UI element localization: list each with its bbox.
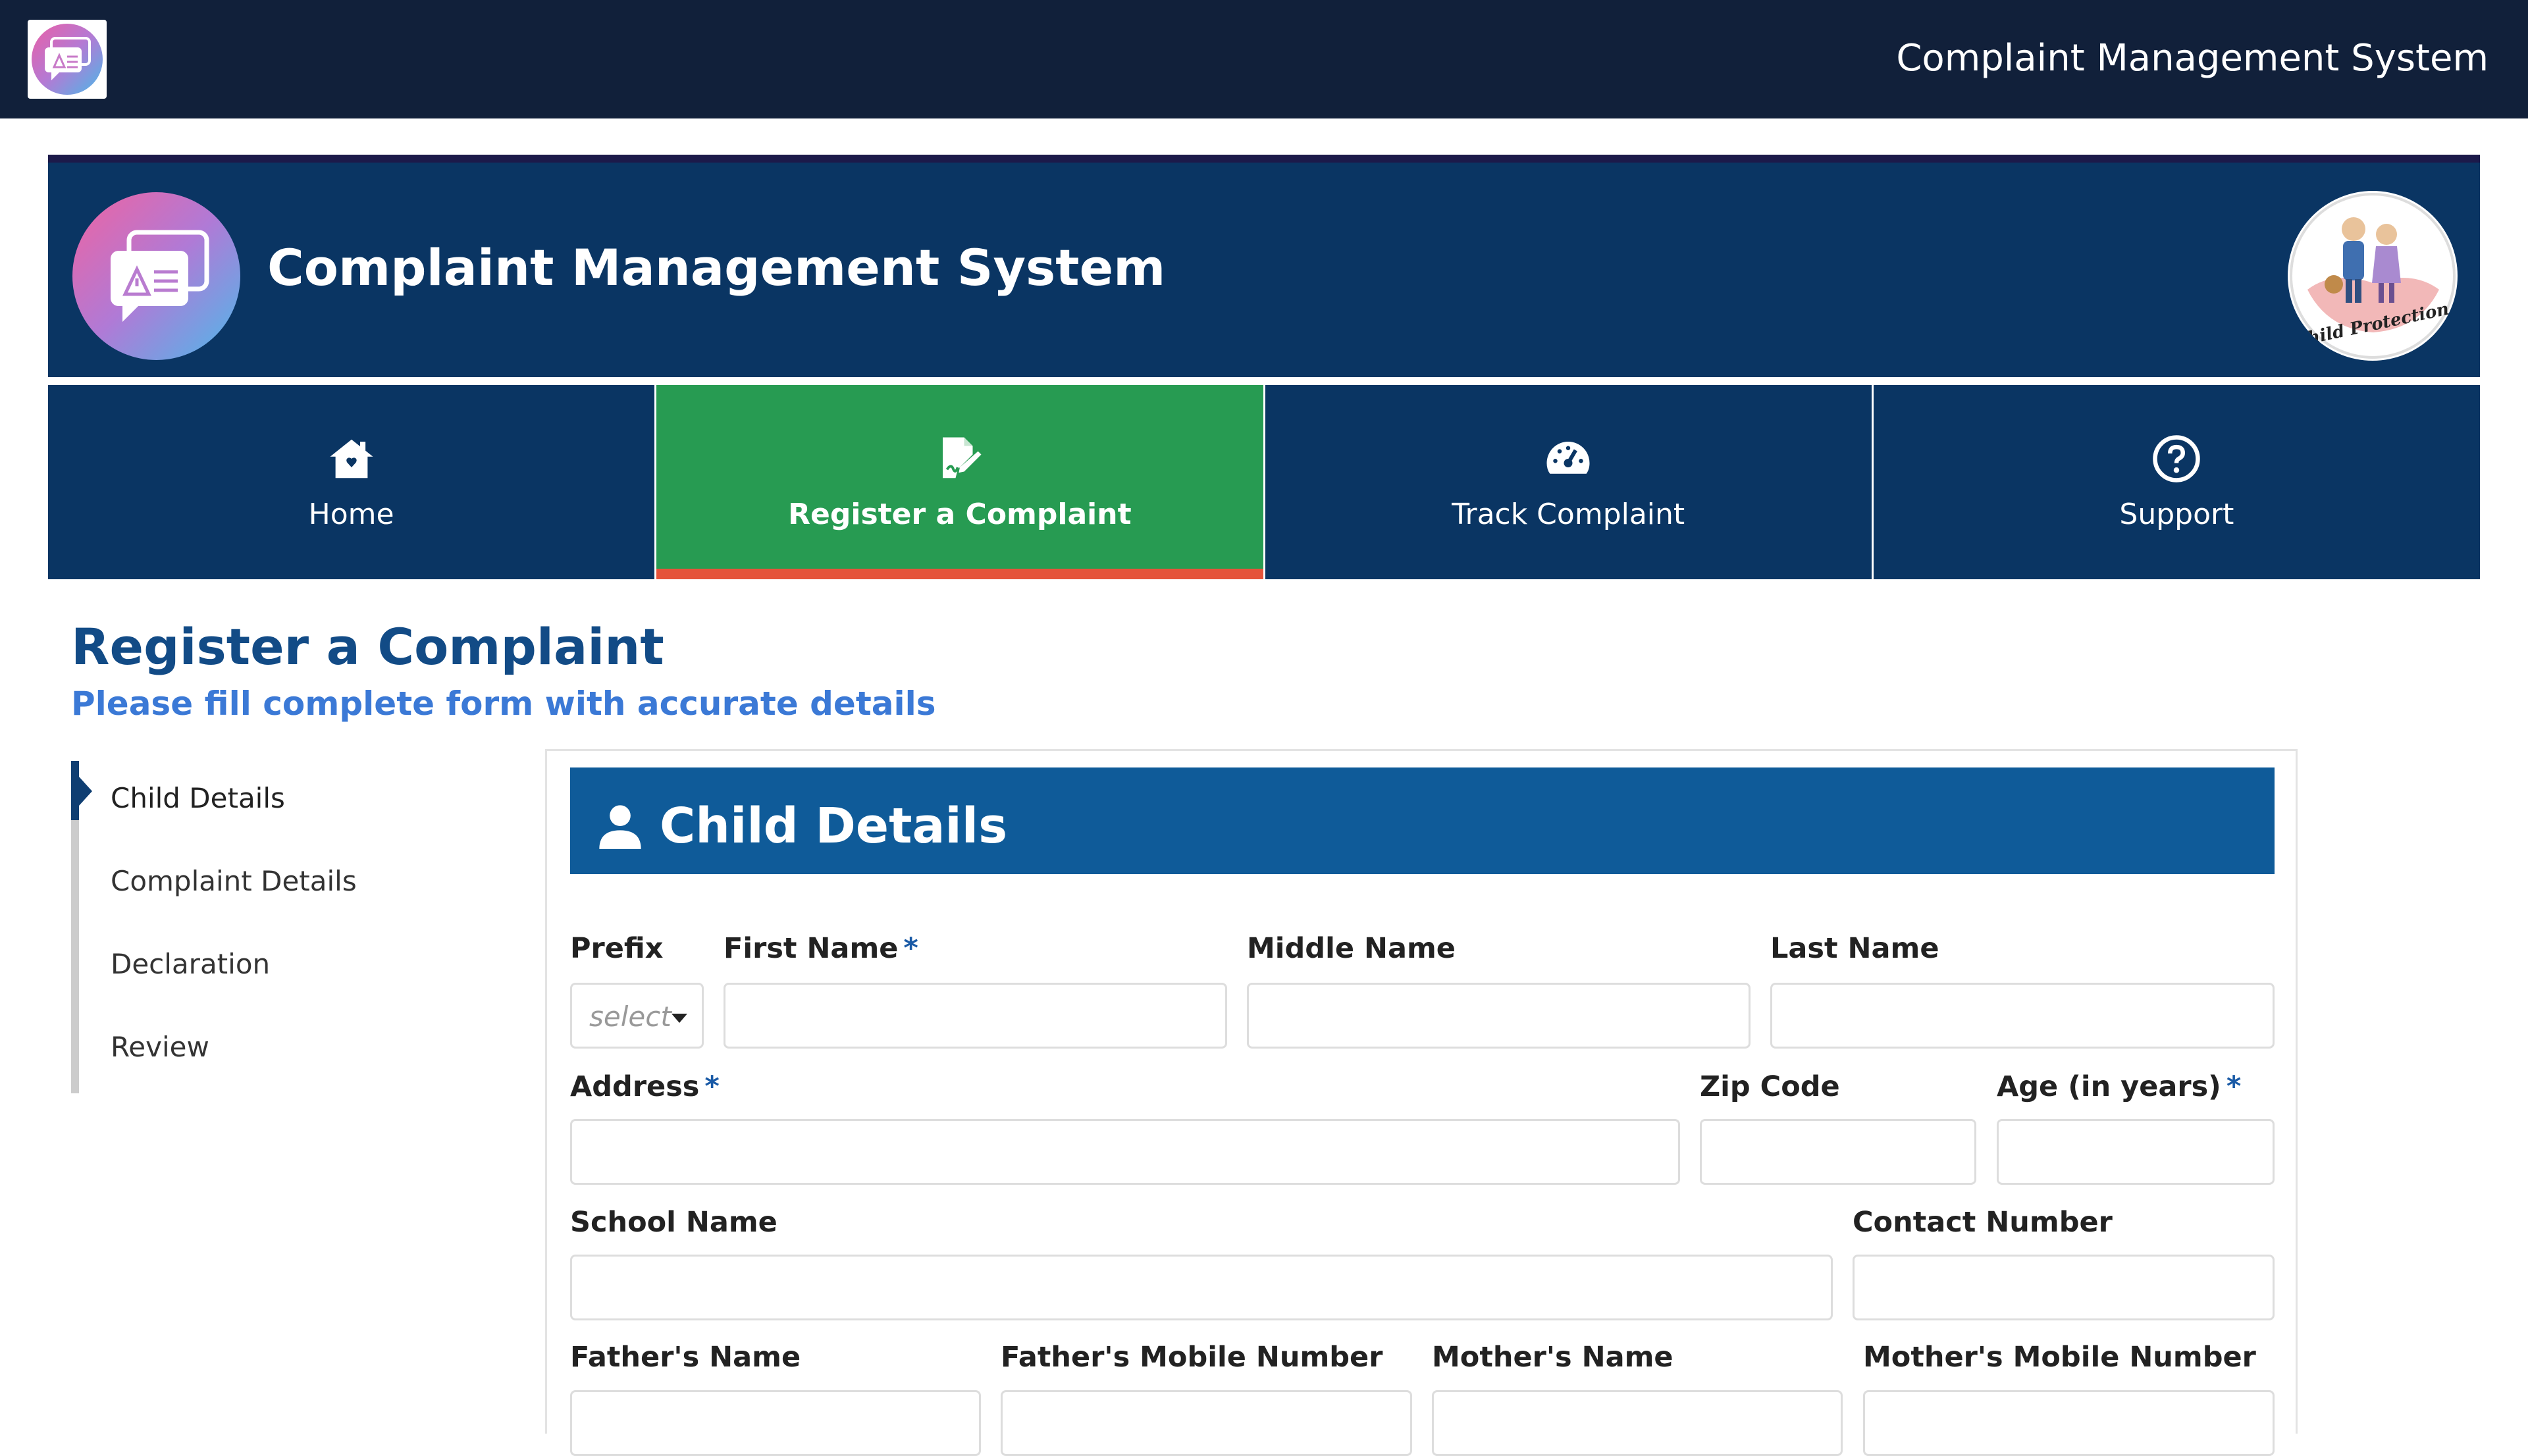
app-logo[interactable] bbox=[28, 20, 107, 99]
contact-number-input[interactable] bbox=[1853, 1255, 2275, 1320]
topbar-title: Complaint Management System bbox=[1896, 37, 2488, 80]
form-steps: Child Details Complaint Details Declarat… bbox=[71, 761, 466, 1093]
nav-tab-track-complaint[interactable]: Track Complaint bbox=[1265, 385, 1874, 579]
father-mobile-input[interactable] bbox=[1001, 1390, 1412, 1456]
mother-name-input[interactable] bbox=[1432, 1390, 1843, 1456]
main-nav: Home Register a Complaint Track Complain… bbox=[48, 385, 2480, 579]
last-name-label: Last Name bbox=[1770, 932, 1939, 965]
age-input[interactable] bbox=[1997, 1119, 2275, 1185]
caret-down-icon bbox=[672, 1014, 687, 1023]
father-name-label: Father's Name bbox=[570, 1341, 801, 1374]
school-name-input[interactable] bbox=[570, 1255, 1833, 1320]
user-icon bbox=[599, 805, 641, 849]
step-declaration[interactable]: Declaration bbox=[111, 948, 270, 980]
nav-tab-label: Support bbox=[2119, 498, 2234, 531]
school-name-label: School Name bbox=[570, 1206, 777, 1239]
banner-logo bbox=[72, 192, 240, 360]
nav-tab-label: Register a Complaint bbox=[788, 498, 1132, 531]
child-protection-logo: Child Protection bbox=[2288, 191, 2458, 361]
active-step-indicator bbox=[71, 761, 79, 820]
mother-mobile-label: Mother's Mobile Number bbox=[1863, 1341, 2256, 1374]
mother-name-label: Mother's Name bbox=[1432, 1341, 1673, 1374]
nav-tab-register-complaint[interactable]: Register a Complaint bbox=[656, 385, 1265, 579]
nav-tab-label: Track Complaint bbox=[1452, 498, 1685, 531]
step-review[interactable]: Review bbox=[111, 1031, 209, 1063]
father-name-input[interactable] bbox=[570, 1390, 981, 1456]
page-subtitle: Please fill complete form with accurate … bbox=[71, 685, 936, 723]
first-name-input[interactable] bbox=[724, 983, 1227, 1049]
home-icon bbox=[330, 439, 373, 479]
zip-code-label: Zip Code bbox=[1700, 1070, 1840, 1103]
first-name-label: First Name * bbox=[724, 932, 918, 965]
contact-number-label: Contact Number bbox=[1853, 1206, 2113, 1239]
nav-tab-support[interactable]: Support bbox=[1873, 385, 2480, 579]
zip-code-input[interactable] bbox=[1700, 1119, 1976, 1185]
chat-warning-icon bbox=[111, 230, 209, 322]
speedometer-icon bbox=[1546, 442, 1590, 474]
step-child-details[interactable]: Child Details bbox=[111, 782, 285, 814]
age-label: Age (in years) * bbox=[1997, 1070, 2242, 1103]
father-mobile-label: Father's Mobile Number bbox=[1001, 1341, 1383, 1374]
section-header: Child Details bbox=[570, 767, 2275, 874]
middle-name-label: Middle Name bbox=[1247, 932, 1456, 965]
address-label: Address * bbox=[570, 1070, 720, 1103]
prefix-select[interactable]: select bbox=[570, 983, 704, 1049]
active-step-arrow bbox=[79, 777, 92, 806]
section-title: Child Details bbox=[660, 798, 1008, 854]
question-circle-icon bbox=[2153, 435, 2201, 482]
chat-warning-icon bbox=[45, 37, 91, 80]
mother-mobile-input[interactable] bbox=[1863, 1390, 2275, 1456]
nav-tab-home[interactable]: Home bbox=[48, 385, 657, 579]
page-title: Register a Complaint bbox=[71, 617, 664, 676]
step-complaint-details[interactable]: Complaint Details bbox=[111, 865, 357, 897]
last-name-input[interactable] bbox=[1770, 983, 2275, 1049]
prefix-label: Prefix bbox=[570, 932, 664, 965]
banner-title: Complaint Management System bbox=[267, 238, 1166, 297]
address-input[interactable] bbox=[570, 1119, 1680, 1185]
middle-name-input[interactable] bbox=[1247, 983, 1751, 1049]
nav-tab-label: Home bbox=[308, 498, 394, 531]
prefix-select-value: select bbox=[589, 1001, 672, 1033]
edit-document-icon bbox=[942, 437, 982, 479]
